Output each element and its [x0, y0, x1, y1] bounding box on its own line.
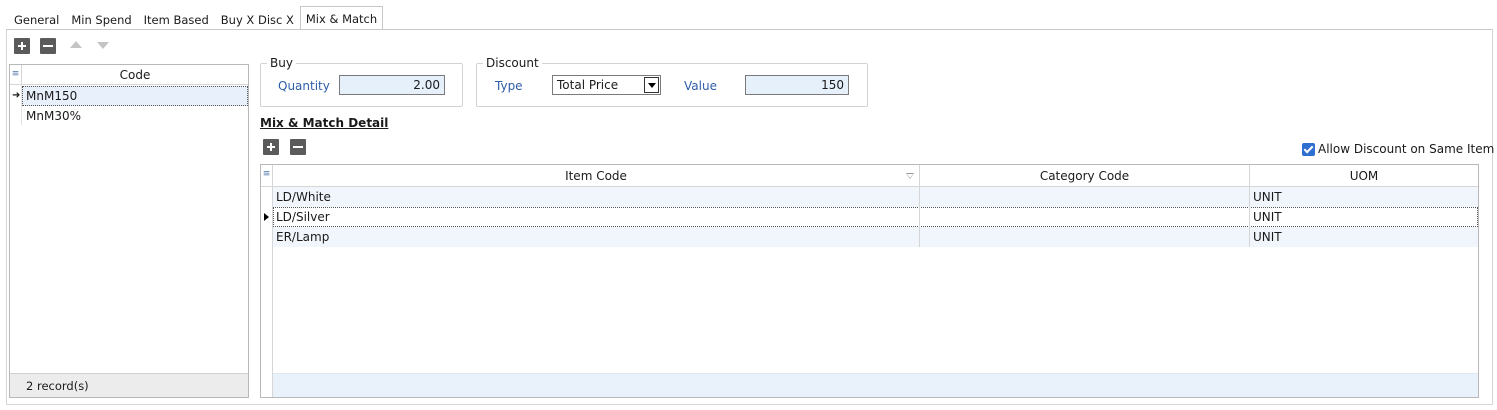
- tab-mix-and-match[interactable]: Mix & Match: [299, 6, 384, 30]
- filter-icon[interactable]: [906, 173, 914, 179]
- allow-discount-same-item-label[interactable]: Allow Discount on Same Item: [1318, 141, 1494, 158]
- list-item[interactable]: MnM30%: [22, 106, 248, 126]
- item-code-header-label: Item Code: [565, 169, 627, 183]
- uom-cell[interactable]: UNIT: [1250, 187, 1478, 207]
- buy-group-title: Buy: [267, 56, 296, 70]
- item-code-cell[interactable]: LD/White: [273, 187, 920, 207]
- grid-menu-icon[interactable]: ≡: [261, 165, 273, 187]
- category-code-cell[interactable]: [920, 187, 1250, 207]
- code-column-header[interactable]: Code: [22, 65, 248, 85]
- item-code-column-header[interactable]: Item Code: [273, 165, 920, 187]
- record-count: 2 record(s): [10, 373, 248, 397]
- allow-discount-same-item-checkbox[interactable]: [1302, 143, 1315, 156]
- tab-min-spend[interactable]: Min Spend: [65, 8, 137, 30]
- discount-type-select[interactable]: Total Price: [552, 75, 661, 95]
- buy-group: Buy Quantity 2.00: [260, 56, 463, 107]
- grid-empty-area[interactable]: [273, 247, 1478, 373]
- grid-footer: [273, 373, 1478, 397]
- plus-icon: [263, 139, 279, 155]
- item-code-cell[interactable]: ER/Lamp: [273, 227, 920, 247]
- grid-menu-icon[interactable]: ≡: [10, 65, 22, 85]
- list-item[interactable]: MnM150: [22, 86, 248, 106]
- uom-cell[interactable]: UNIT: [1250, 227, 1478, 247]
- plus-icon: [14, 38, 30, 54]
- minus-icon: [40, 38, 56, 54]
- category-code-cell[interactable]: [920, 227, 1250, 247]
- detail-grid[interactable]: ≡ Item Code Category Code UOM LD/White U…: [260, 164, 1479, 398]
- minus-icon: [290, 139, 306, 155]
- arrow-down-icon[interactable]: [97, 42, 109, 49]
- discount-group: Discount Type Total Price Value 150: [476, 56, 868, 107]
- discount-group-title: Discount: [483, 56, 542, 70]
- category-code-cell[interactable]: [920, 207, 1250, 227]
- tab-buy-x-disc-x[interactable]: Buy X Disc X: [215, 8, 300, 30]
- add-code-button[interactable]: [14, 38, 30, 54]
- quantity-field[interactable]: 2.00: [339, 75, 445, 95]
- discount-value-field[interactable]: 150: [745, 75, 849, 95]
- category-code-column-header[interactable]: Category Code: [920, 165, 1250, 187]
- detail-section-title: Mix & Match Detail: [260, 116, 389, 130]
- code-grid[interactable]: ≡ Code ➜ MnM150 MnM30% 2 record(s): [9, 64, 249, 398]
- row-pointer-icon: [264, 213, 269, 221]
- quantity-label: Quantity: [278, 79, 330, 93]
- row-pointer-icon: ➜: [12, 90, 21, 101]
- value-label: Value: [684, 79, 717, 93]
- uom-cell[interactable]: UNIT: [1250, 207, 1478, 227]
- add-detail-button[interactable]: [263, 139, 279, 155]
- remove-detail-button[interactable]: [290, 139, 306, 155]
- arrow-up-icon[interactable]: [70, 41, 82, 48]
- item-code-cell[interactable]: LD/Silver: [273, 207, 920, 227]
- tab-item-based[interactable]: Item Based: [138, 8, 215, 30]
- uom-column-header[interactable]: UOM: [1250, 165, 1478, 187]
- chevron-down-icon[interactable]: [644, 77, 659, 93]
- type-label: Type: [495, 79, 523, 93]
- tab-strip: General Min Spend Item Based Buy X Disc …: [8, 6, 384, 30]
- tab-general[interactable]: General: [8, 8, 65, 30]
- remove-code-button[interactable]: [40, 38, 56, 54]
- discount-type-value: Total Price: [557, 78, 619, 92]
